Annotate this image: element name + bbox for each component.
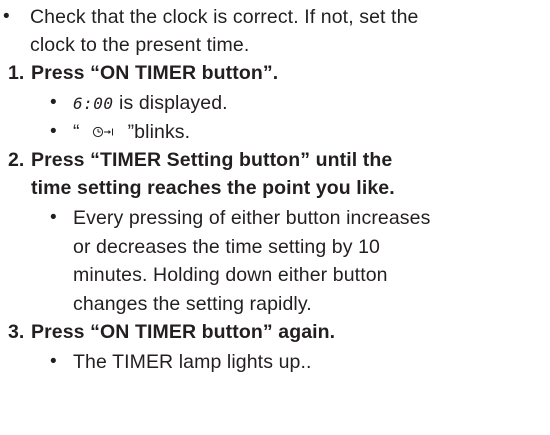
step-2-bullet-line-2: or decreases the time setting by 10: [73, 236, 380, 258]
step-1-number: 1.: [8, 62, 25, 84]
intro-text-line-1: Check that the clock is correct. If not,…: [30, 6, 419, 28]
intro-text-line-2: clock to the present time.: [30, 34, 250, 56]
instruction-document: • Check that the clock is correct. If no…: [0, 0, 550, 435]
step-3-bullet-1: The TIMER lamp lights up..: [73, 351, 312, 373]
lcd-time-display: 6:00: [73, 94, 114, 113]
step-2-number: 2.: [8, 149, 25, 171]
step-1-bullet-2: “ ”blinks.: [73, 120, 190, 145]
timer-on-icon: [92, 120, 114, 144]
bullet-marker: •: [50, 207, 57, 228]
step-3-title: Press “ON TIMER button” again.: [31, 321, 336, 343]
step-3-number: 3.: [8, 321, 25, 343]
bullet-marker: •: [50, 351, 57, 372]
step-1-title: Press “ON TIMER button”.: [31, 62, 279, 84]
step-1-bullet-2-text: ”blinks.: [127, 121, 191, 143]
step-2-bullet-line-1: Every pressing of either button increase…: [73, 207, 431, 229]
bullet-marker: •: [3, 6, 10, 27]
step-1-bullet-1-text: is displayed.: [113, 92, 228, 114]
step-2-title-line-1: Press “TIMER Setting button” until the: [31, 149, 393, 171]
step-1-bullet-1: 6:00 is displayed.: [73, 91, 228, 116]
step-2-title-line-2: time setting reaches the point you like.: [31, 177, 395, 199]
bullet-marker: •: [50, 121, 57, 142]
step-2-bullet-line-4: changes the setting rapidly.: [73, 293, 312, 315]
bullet-marker: •: [50, 92, 57, 113]
open-quote: “: [73, 121, 80, 143]
step-2-bullet-line-3: minutes. Holding down either button: [73, 264, 388, 286]
